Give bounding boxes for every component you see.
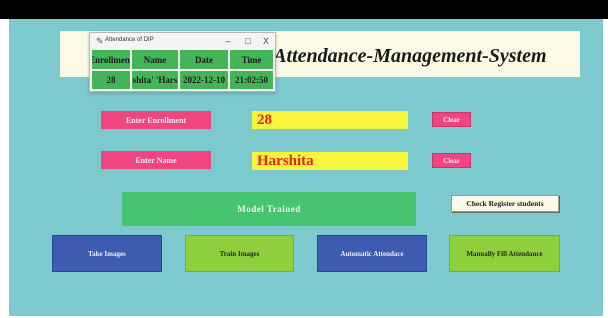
minimize-button[interactable]: –: [221, 35, 235, 47]
cell-date: 2022-12-10: [180, 71, 228, 89]
automatic-attendance-button[interactable]: Automatic Attendace: [317, 235, 427, 272]
column-header-name: Name: [132, 50, 178, 69]
check-register-students-button[interactable]: Check Register students: [451, 195, 559, 212]
status-message: Model Trained: [122, 192, 416, 226]
enrollment-label: Enter Enrollment: [101, 111, 211, 129]
enrollment-input[interactable]: 28: [252, 111, 408, 129]
clear-name-button[interactable]: Clear: [432, 153, 471, 168]
clear-enrollment-button[interactable]: Clear: [432, 112, 471, 127]
main-window: l-Attendance-Management-System ✎ Attenda…: [9, 19, 603, 316]
attendance-popup-window: ✎ Attendance of DIP – □ X Enrollment Nam…: [89, 32, 276, 92]
feather-icon: ✎: [96, 36, 104, 46]
popup-titlebar[interactable]: ✎ Attendance of DIP – □ X: [90, 33, 275, 50]
column-header-time: Time: [230, 50, 273, 69]
close-button[interactable]: X: [259, 35, 273, 47]
cell-name: shita' 'Hars: [132, 71, 178, 89]
top-bar: [0, 0, 608, 19]
name-label: Enter Name: [101, 151, 211, 169]
popup-title: Attendance of DIP: [105, 37, 154, 43]
take-images-button[interactable]: Take Images: [52, 235, 162, 272]
attendance-table: Enrollment Name Date Time 28 shita' 'Har…: [92, 50, 273, 89]
train-images-button[interactable]: Train Images: [185, 235, 294, 272]
manual-attendance-button[interactable]: Manually Fill Attendance: [449, 235, 560, 272]
maximize-button[interactable]: □: [241, 35, 255, 47]
name-input[interactable]: Harshita: [252, 152, 408, 170]
app-title: l-Attendance-Management-System: [261, 45, 547, 67]
column-header-date: Date: [180, 50, 228, 69]
column-header-enrollment: Enrollment: [92, 50, 130, 69]
cell-time: 21:02:50: [230, 71, 273, 89]
cell-enrollment: 28: [92, 71, 130, 89]
